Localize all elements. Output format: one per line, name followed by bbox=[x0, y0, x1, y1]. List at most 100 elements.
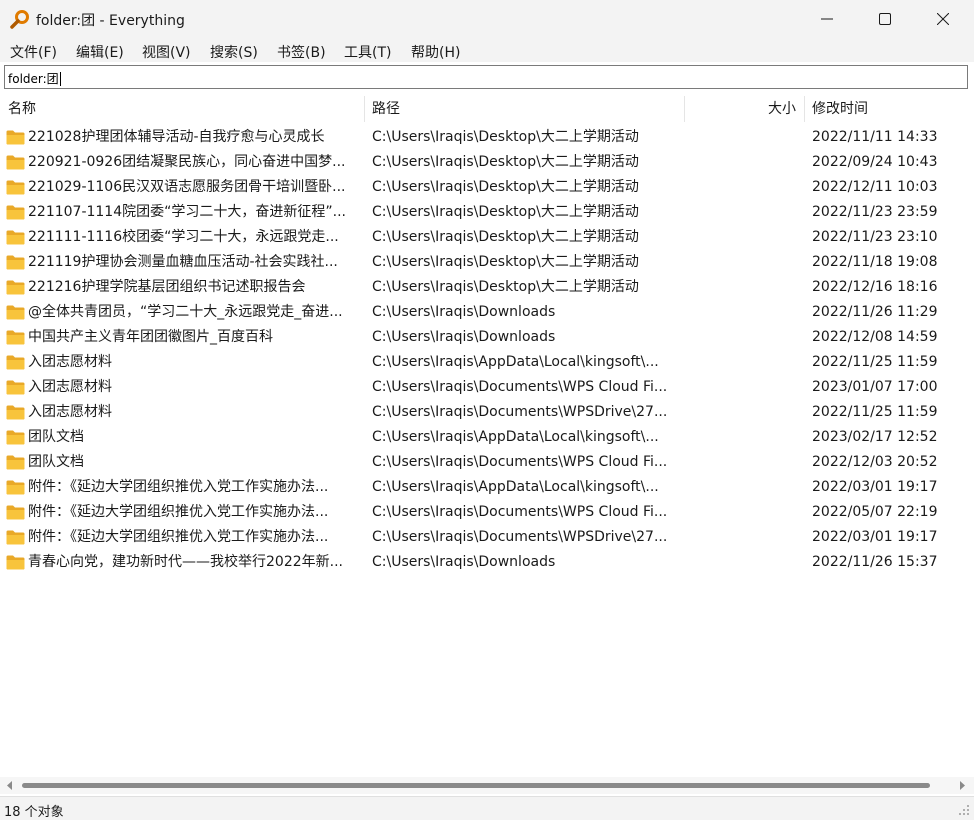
row-modified: 2022/05/07 22:19 bbox=[812, 504, 938, 520]
folder-icon bbox=[6, 280, 25, 295]
column-header-name[interactable]: 名称 bbox=[8, 96, 36, 122]
table-row[interactable]: 团队文档 C:\Users\Iraqis\Documents\WPS Cloud … bbox=[0, 450, 974, 475]
table-row[interactable]: 附件：《延边大学团组织推优入党工作实施办法... C:\Users\Iraqis\… bbox=[0, 475, 974, 500]
column-header-modified[interactable]: 修改时间 bbox=[812, 96, 868, 122]
folder-icon bbox=[6, 230, 25, 245]
row-modified: 2022/12/16 18:16 bbox=[812, 279, 938, 295]
scrollbar-thumb[interactable] bbox=[22, 783, 930, 788]
table-row[interactable]: 221111-1116校团委“学习二十大，永远跟党走... C:\Users\Ir… bbox=[0, 225, 974, 250]
folder-icon bbox=[6, 130, 25, 145]
close-button[interactable] bbox=[914, 0, 972, 38]
table-row[interactable]: 团队文档 C:\Users\Iraqis\AppData\Local\kingso… bbox=[0, 425, 974, 450]
menu-file[interactable]: 文件(F) bbox=[10, 42, 57, 62]
maximize-button[interactable] bbox=[856, 0, 914, 38]
folder-icon bbox=[6, 330, 25, 345]
table-row[interactable]: 221216护理学院基层团组织书记述职报告会 C:\Users\Iraqis\De… bbox=[0, 275, 974, 300]
row-size bbox=[686, 200, 800, 225]
table-row[interactable]: 220921-0926团结凝聚民族心，同心奋进中国梦... C:\Users\Ir… bbox=[0, 150, 974, 175]
row-path: C:\Users\Iraqis\Documents\WPSDrive\27... bbox=[372, 404, 668, 420]
row-size bbox=[686, 225, 800, 250]
table-row[interactable]: 中国共产主义青年团团徽图片_百度百科 C:\Users\Iraqis\Downlo… bbox=[0, 325, 974, 350]
resize-grip-icon[interactable] bbox=[958, 804, 970, 816]
row-modified: 2022/12/11 10:03 bbox=[812, 179, 938, 195]
title-bar[interactable]: folder:团 - Everything bbox=[0, 0, 974, 38]
scroll-left-icon[interactable] bbox=[6, 781, 14, 790]
folder-icon bbox=[6, 505, 25, 520]
row-path: C:\Users\Iraqis\Downloads bbox=[372, 304, 556, 320]
table-row[interactable]: 入团志愿材料 C:\Users\Iraqis\Documents\WPS Clou… bbox=[0, 375, 974, 400]
table-row[interactable]: 附件：《延边大学团组织推优入党工作实施办法... C:\Users\Iraqis\… bbox=[0, 525, 974, 550]
row-size bbox=[686, 350, 800, 375]
row-size bbox=[686, 150, 800, 175]
menu-tools[interactable]: 工具(T) bbox=[344, 42, 391, 62]
row-modified: 2022/03/01 19:17 bbox=[812, 529, 938, 545]
row-name: @全体共青团员，“学习二十大_永远跟党走_奋进... bbox=[28, 304, 343, 320]
row-path: C:\Users\Iraqis\Desktop\大二上学期活动 bbox=[372, 254, 639, 270]
row-modified: 2022/11/23 23:10 bbox=[812, 229, 938, 245]
column-divider[interactable] bbox=[684, 96, 685, 122]
row-modified: 2022/12/08 14:59 bbox=[812, 329, 938, 345]
column-header-path[interactable]: 路径 bbox=[372, 96, 400, 122]
table-row[interactable]: 221119护理协会测量血糖血压活动-社会实践社... C:\Users\Iraq… bbox=[0, 250, 974, 275]
column-divider[interactable] bbox=[364, 96, 365, 122]
menu-bar: 文件(F) 编辑(E) 视图(V) 搜索(S) 书签(B) 工具(T) 帮助(H… bbox=[0, 38, 974, 62]
folder-icon bbox=[6, 305, 25, 320]
search-input-text: folder:团 bbox=[8, 72, 59, 86]
row-name: 中国共产主义青年团团徽图片_百度百科 bbox=[28, 329, 273, 345]
row-name: 团队文档 bbox=[28, 429, 84, 445]
menu-help[interactable]: 帮助(H) bbox=[411, 42, 460, 62]
folder-icon bbox=[6, 355, 25, 370]
row-modified: 2023/02/17 12:52 bbox=[812, 429, 938, 445]
table-row[interactable]: 221028护理团体辅导活动-自我疗愈与心灵成长 C:\Users\Iraqis\… bbox=[0, 125, 974, 150]
table-row[interactable]: 221107-1114院团委“学习二十大，奋进新征程”... C:\Users\I… bbox=[0, 200, 974, 225]
row-path: C:\Users\Iraqis\Documents\WPS Cloud Fi..… bbox=[372, 379, 668, 395]
row-name: 团队文档 bbox=[28, 454, 84, 470]
horizontal-scrollbar[interactable] bbox=[0, 777, 974, 794]
minimize-button[interactable] bbox=[798, 0, 856, 38]
row-modified: 2022/11/26 15:37 bbox=[812, 554, 938, 570]
table-row[interactable]: @全体共青团员，“学习二十大_永远跟党走_奋进... C:\Users\Iraqi… bbox=[0, 300, 974, 325]
row-modified: 2022/11/26 11:29 bbox=[812, 304, 938, 320]
row-name: 221111-1116校团委“学习二十大，永远跟党走... bbox=[28, 229, 339, 245]
folder-icon bbox=[6, 380, 25, 395]
row-name: 附件：《延边大学团组织推优入党工作实施办法... bbox=[28, 529, 329, 545]
folder-icon bbox=[6, 480, 25, 495]
row-modified: 2023/01/07 17:00 bbox=[812, 379, 938, 395]
row-size bbox=[686, 375, 800, 400]
column-header-size[interactable]: 大小 bbox=[768, 96, 796, 122]
row-path: C:\Users\Iraqis\Desktop\大二上学期活动 bbox=[372, 204, 639, 220]
row-name: 附件：《延边大学团组织推优入党工作实施办法... bbox=[28, 479, 329, 495]
row-modified: 2022/11/18 19:08 bbox=[812, 254, 938, 270]
search-input[interactable]: folder:团 bbox=[8, 70, 61, 87]
menu-bookmarks[interactable]: 书签(B) bbox=[277, 42, 326, 62]
table-row[interactable]: 入团志愿材料 C:\Users\Iraqis\AppData\Local\king… bbox=[0, 350, 974, 375]
row-size bbox=[686, 125, 800, 150]
menu-search[interactable]: 搜索(S) bbox=[210, 42, 258, 62]
row-path: C:\Users\Iraqis\Documents\WPS Cloud Fi..… bbox=[372, 454, 668, 470]
row-size bbox=[686, 450, 800, 475]
row-name: 入团志愿材料 bbox=[28, 379, 112, 395]
table-row[interactable]: 青春心向党，建功新时代——我校举行2022年新... C:\Users\Iraqi… bbox=[0, 550, 974, 575]
row-modified: 2022/11/23 23:59 bbox=[812, 204, 938, 220]
table-row[interactable]: 附件：《延边大学团组织推优入党工作实施办法... C:\Users\Iraqis\… bbox=[0, 500, 974, 525]
row-size bbox=[686, 425, 800, 450]
row-size bbox=[686, 550, 800, 575]
folder-icon bbox=[6, 455, 25, 470]
table-row[interactable]: 221029-1106民汉双语志愿服务团骨干培训暨卧... C:\Users\Ir… bbox=[0, 175, 974, 200]
row-name: 221029-1106民汉双语志愿服务团骨干培训暨卧... bbox=[28, 179, 346, 195]
folder-icon bbox=[6, 430, 25, 445]
row-name: 附件：《延边大学团组织推优入党工作实施办法... bbox=[28, 504, 329, 520]
menu-edit[interactable]: 编辑(E) bbox=[76, 42, 124, 62]
scroll-right-icon[interactable] bbox=[958, 781, 966, 790]
row-modified: 2022/09/24 10:43 bbox=[812, 154, 938, 170]
row-modified: 2022/03/01 19:17 bbox=[812, 479, 938, 495]
search-box[interactable]: folder:团 bbox=[4, 65, 968, 89]
table-row[interactable]: 入团志愿材料 C:\Users\Iraqis\Documents\WPSDrive… bbox=[0, 400, 974, 425]
folder-icon bbox=[6, 255, 25, 270]
row-path: C:\Users\Iraqis\AppData\Local\kingsoft\.… bbox=[372, 479, 659, 495]
maximize-icon bbox=[879, 13, 891, 25]
row-name: 220921-0926团结凝聚民族心，同心奋进中国梦... bbox=[28, 154, 346, 170]
text-caret bbox=[59, 72, 61, 86]
column-divider[interactable] bbox=[804, 96, 805, 122]
menu-view[interactable]: 视图(V) bbox=[142, 42, 191, 62]
